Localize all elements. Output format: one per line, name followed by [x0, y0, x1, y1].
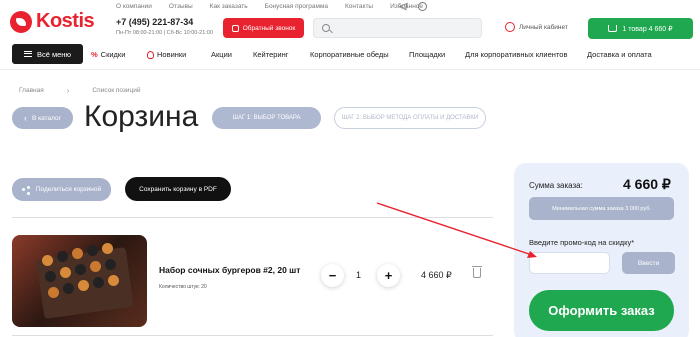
arrow-head [527, 251, 537, 258]
arrow-line [376, 202, 533, 256]
annotation-arrow [376, 202, 537, 258]
